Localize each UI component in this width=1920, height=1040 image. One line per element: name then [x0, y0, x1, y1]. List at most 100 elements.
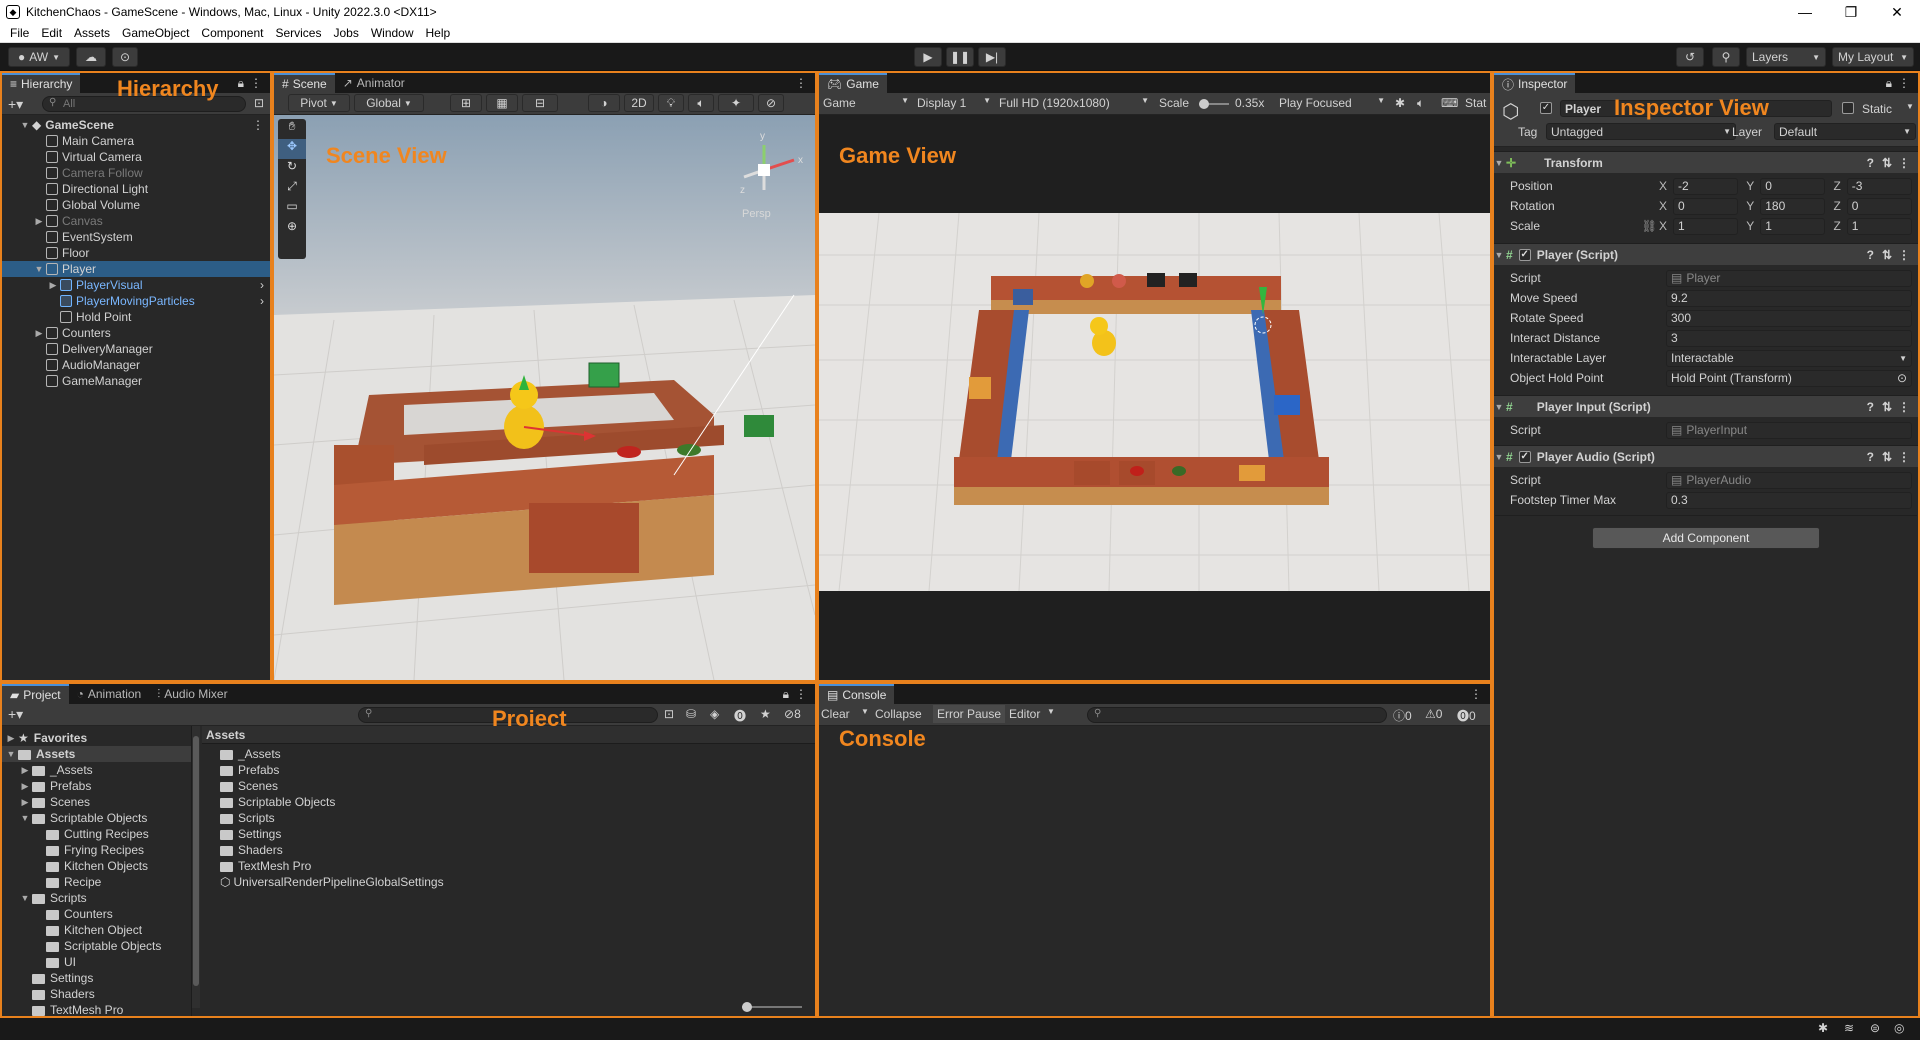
- open-prefab-icon[interactable]: ›: [260, 278, 264, 292]
- position-z-field[interactable]: -3: [1846, 177, 1913, 195]
- player-audio-header[interactable]: ▼ # ✓ Player Audio (Script) ? ⇅ ⋮: [1494, 445, 1918, 467]
- notification-icon[interactable]: ◎: [1894, 1021, 1904, 1035]
- favorite-star-icon[interactable]: ★: [760, 707, 771, 721]
- hierarchy-item[interactable]: ▶ PlayerVisual ›: [2, 277, 270, 293]
- tab-animator[interactable]: ↗ Animator: [335, 73, 413, 93]
- project-asset-item[interactable]: _Assets: [220, 746, 281, 762]
- scene-root[interactable]: ▼ ◆ GameScene ⋮: [2, 117, 270, 133]
- project-tree-item[interactable]: Recipe: [2, 874, 191, 890]
- hierarchy-item[interactable]: AudioManager: [2, 357, 270, 373]
- transform-header[interactable]: ▼ ✛ Transform ? ⇅ ⋮: [1494, 151, 1918, 173]
- game-viewport[interactable]: [819, 115, 1490, 680]
- stats-button[interactable]: Stat: [1465, 96, 1486, 110]
- cloud-button[interactable]: ☁: [76, 47, 106, 67]
- close-button[interactable]: ✕: [1874, 0, 1920, 24]
- keyboard-icon[interactable]: ⌨: [1441, 96, 1458, 110]
- scrollbar-thumb[interactable]: [193, 736, 199, 986]
- menu-gameobject[interactable]: GameObject: [116, 26, 195, 40]
- shading-mode-button[interactable]: ◑: [588, 94, 620, 112]
- scale-slider[interactable]: [1199, 99, 1229, 109]
- scene-filter-icon[interactable]: ⊡: [254, 96, 264, 110]
- tab-console[interactable]: ▤ Console: [819, 684, 895, 704]
- log-count-toggle[interactable]: ⓘ0: [1393, 707, 1412, 724]
- collapse-toggle[interactable]: Collapse: [875, 707, 922, 721]
- expand-arrow-icon[interactable]: ▼: [6, 749, 16, 759]
- maximize-button[interactable]: ❐: [1828, 0, 1874, 24]
- lock-icon[interactable]: 🔒︎: [1886, 76, 1892, 91]
- persp-label[interactable]: Persp: [742, 208, 771, 220]
- display-dropdown[interactable]: Display 1 ▼: [917, 96, 991, 110]
- position-x-field[interactable]: -2: [1673, 177, 1739, 195]
- tag-dropdown[interactable]: Untagged ▼: [1546, 123, 1736, 140]
- scale-tool-icon[interactable]: ⤢: [278, 179, 306, 199]
- more-menu-icon[interactable]: ⋮: [795, 687, 807, 701]
- move-tool-icon[interactable]: ✥: [278, 139, 306, 159]
- icon-size-slider[interactable]: [742, 1002, 802, 1012]
- hierarchy-item[interactable]: ▼ Player: [2, 261, 270, 277]
- expand-arrow-icon[interactable]: ▶: [34, 216, 44, 227]
- account-dropdown[interactable]: ● AW ▼: [8, 47, 70, 67]
- tag-icon[interactable]: ◈: [710, 707, 719, 721]
- search-button[interactable]: ⚲: [1712, 47, 1740, 67]
- resolution-dropdown[interactable]: Full HD (1920x1080) ▼: [999, 96, 1149, 110]
- bug-icon[interactable]: ✱: [1395, 96, 1405, 110]
- project-asset-item[interactable]: ⬡ UniversalRenderPipelineGlobalSettings: [220, 874, 444, 890]
- error-pause-toggle[interactable]: Error Pause: [933, 705, 1006, 723]
- project-tree-item[interactable]: Counters: [2, 906, 191, 922]
- tab-animation[interactable]: ◔ Animation: [69, 684, 150, 704]
- grid-visibility-button[interactable]: ▦: [486, 94, 518, 112]
- hierarchy-item[interactable]: ▶ Canvas: [2, 213, 270, 229]
- rotate-tool-icon[interactable]: ↻: [278, 159, 306, 179]
- add-icon[interactable]: +▾: [8, 706, 23, 723]
- scale-slider-thumb[interactable]: [1199, 99, 1209, 109]
- menu-help[interactable]: Help: [420, 26, 457, 40]
- project-asset-item[interactable]: Scripts: [220, 810, 275, 826]
- search-by-label-icon[interactable]: ⛁: [686, 707, 696, 721]
- transform-tool-icon[interactable]: ⊕: [278, 219, 306, 239]
- more-menu-icon[interactable]: ⋮: [1898, 156, 1910, 170]
- expand-arrow-icon[interactable]: ▶: [34, 328, 44, 339]
- lock-icon[interactable]: 🔒︎: [783, 687, 789, 702]
- project-tree-item[interactable]: Kitchen Object: [2, 922, 191, 938]
- open-prefab-icon[interactable]: ›: [260, 294, 264, 308]
- search-by-type-icon[interactable]: ⊡: [664, 707, 674, 721]
- project-asset-item[interactable]: Scenes: [220, 778, 278, 794]
- more-menu-icon[interactable]: ⋮: [252, 118, 264, 132]
- help-icon[interactable]: ?: [1867, 156, 1874, 170]
- link-icon[interactable]: ⛓: [1642, 219, 1659, 233]
- progress-icon[interactable]: ≋: [1844, 1021, 1854, 1035]
- hierarchy-item[interactable]: Camera Follow: [2, 165, 270, 181]
- help-icon[interactable]: ?: [1867, 248, 1874, 262]
- expand-arrow-icon[interactable]: ▶: [20, 797, 30, 808]
- project-tree-item[interactable]: ▶ Scenes: [2, 794, 191, 810]
- preset-icon[interactable]: ⇅: [1882, 156, 1892, 170]
- project-asset-item[interactable]: Settings: [220, 826, 281, 842]
- scale-y-field[interactable]: 1: [1760, 217, 1826, 235]
- warning-count-toggle[interactable]: ⚠0: [1425, 707, 1442, 721]
- audio-toggle[interactable]: 🔈︎: [688, 94, 714, 112]
- more-menu-icon[interactable]: ⋮: [1898, 248, 1910, 262]
- scale-x-field[interactable]: 1: [1673, 217, 1739, 235]
- expand-arrow-icon[interactable]: ▼: [34, 264, 44, 274]
- tab-game[interactable]: 🎮︎ Game: [819, 73, 887, 93]
- expand-arrow-icon[interactable]: ▼: [20, 813, 30, 823]
- project-tree-item[interactable]: ▶ ★ Favorites: [2, 730, 191, 746]
- pivot-dropdown[interactable]: Pivot ▼: [288, 94, 350, 112]
- hand-tool-icon[interactable]: ✋︎: [278, 119, 306, 139]
- project-tree-item[interactable]: Cutting Recipes: [2, 826, 191, 842]
- hierarchy-item[interactable]: Main Camera: [2, 133, 270, 149]
- layer-dropdown[interactable]: Default ▼: [1774, 123, 1916, 140]
- player-prop-field[interactable]: 3: [1666, 329, 1912, 347]
- project-tree-item[interactable]: ▼ Scripts: [2, 890, 191, 906]
- project-tree-item[interactable]: TextMesh Pro: [2, 1002, 191, 1016]
- rotation-y-field[interactable]: 180: [1760, 197, 1826, 215]
- hierarchy-item[interactable]: Directional Light: [2, 181, 270, 197]
- clear-button[interactable]: Clear: [821, 707, 850, 721]
- expand-arrow-icon[interactable]: ▶: [20, 781, 30, 792]
- play-focused-dropdown[interactable]: Play Focused ▼: [1279, 96, 1385, 110]
- tab-inspector[interactable]: ⓘ Inspector: [1494, 73, 1576, 93]
- hierarchy-item[interactable]: DeliveryManager: [2, 341, 270, 357]
- hierarchy-item[interactable]: ▶ Counters: [2, 325, 270, 341]
- grid-snap-button[interactable]: ⊞: [450, 94, 482, 112]
- expand-arrow-icon[interactable]: ▶: [20, 765, 30, 776]
